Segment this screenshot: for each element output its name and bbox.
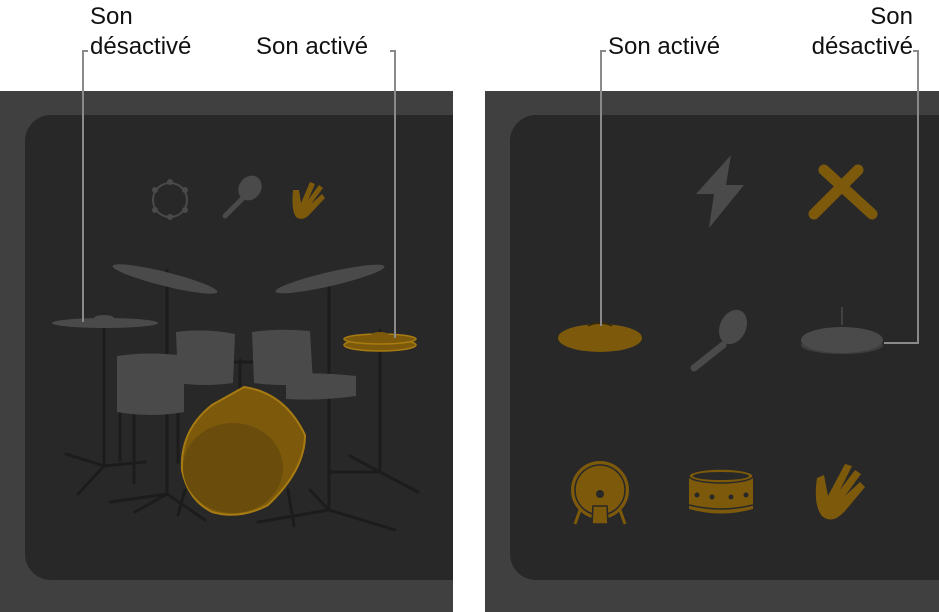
maraca-pad-icon[interactable] bbox=[690, 305, 752, 372]
callout-line-right-off-tick bbox=[913, 50, 919, 52]
cymbal-pad-icon[interactable] bbox=[558, 324, 642, 352]
kick-drum-pad-icon[interactable] bbox=[571, 461, 629, 525]
drum-pads-graphic bbox=[558, 155, 883, 525]
callout-line-left-off-tick bbox=[82, 50, 88, 52]
hi-hat-pad-icon[interactable] bbox=[801, 307, 883, 354]
hand-clap-pad-icon[interactable] bbox=[815, 464, 865, 520]
callout-line-left-on-tick bbox=[390, 50, 396, 52]
callout-line-right-off-horizontal bbox=[884, 342, 919, 344]
callout-line-right-on bbox=[600, 50, 602, 326]
callout-line-right-on-tick bbox=[600, 50, 606, 52]
electric-snap-icon[interactable] bbox=[696, 155, 744, 228]
callout-line-right-off bbox=[917, 50, 919, 344]
claves-icon[interactable] bbox=[808, 164, 878, 220]
callout-line-left-off bbox=[82, 50, 84, 322]
callout-line-left-on bbox=[394, 50, 396, 338]
snare-drum-pad-icon[interactable] bbox=[688, 468, 754, 514]
